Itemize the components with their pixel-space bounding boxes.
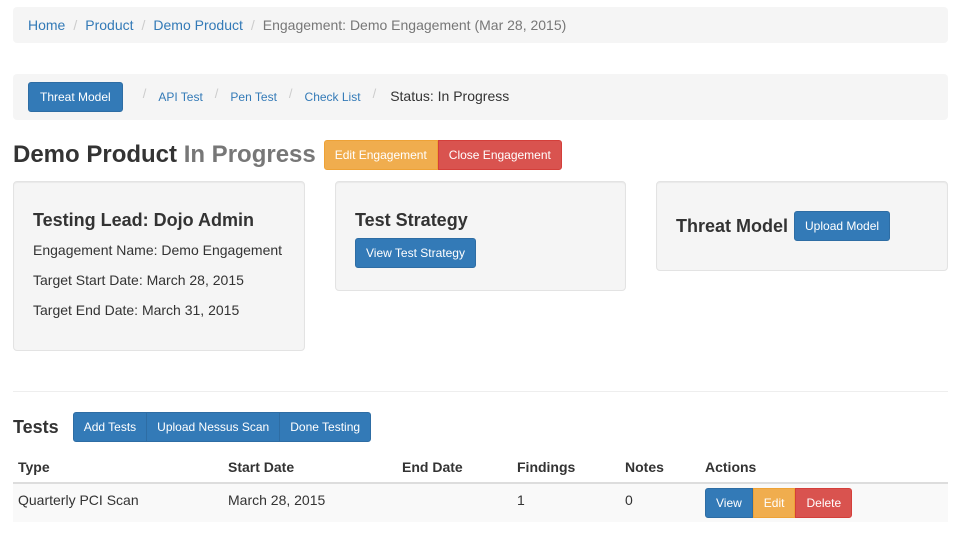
test-start-date: March 28, 2015	[223, 483, 397, 522]
target-end-date: Target End Date: March 31, 2015	[33, 302, 240, 318]
test-end-date	[397, 483, 512, 522]
breadcrumb-separator: /	[73, 17, 78, 33]
subnav-separator: /	[372, 85, 377, 101]
product-name: Demo Product	[13, 141, 178, 168]
edit-test-button[interactable]: Edit	[752, 488, 796, 518]
threat-model-button[interactable]: Threat Model	[28, 82, 123, 112]
delete-test-button[interactable]: Delete	[795, 488, 853, 518]
testing-lead-title: Testing Lead: Dojo Admin	[33, 210, 254, 230]
tests-header: Tests Add Tests Upload Nessus Scan Done …	[13, 412, 372, 442]
target-start-date: Target Start Date: March 28, 2015	[33, 272, 244, 288]
engagement-subnav: Threat Model / API Test / Pen Test / Che…	[13, 74, 948, 120]
test-actions: View Edit Delete	[705, 488, 943, 518]
breadcrumb-product[interactable]: Product	[85, 17, 133, 33]
engagement-status: Status: In Progress	[390, 88, 510, 104]
check-list-link[interactable]: Check List	[305, 90, 361, 104]
breadcrumb-demo-product[interactable]: Demo Product	[153, 17, 242, 33]
add-tests-button[interactable]: Add Tests	[72, 412, 148, 442]
breadcrumb-home[interactable]: Home	[28, 17, 65, 33]
done-testing-button[interactable]: Done Testing	[279, 412, 372, 442]
upload-model-button[interactable]: Upload Model	[794, 211, 891, 241]
subnav-separator: /	[214, 85, 219, 101]
test-findings: 1	[512, 483, 620, 522]
testing-lead-panel: Testing Lead: Dojo Admin Engagement Name…	[13, 181, 305, 351]
breadcrumb-separator: /	[250, 17, 255, 33]
column-actions: Actions	[700, 452, 948, 484]
table-row: Quarterly PCI Scan March 28, 2015 1 0 Vi…	[13, 483, 948, 522]
test-actions-cell: View Edit Delete	[700, 483, 948, 522]
tests-actions: Add Tests Upload Nessus Scan Done Testin…	[72, 412, 372, 442]
engagement-name: Engagement Name: Demo Engagement	[33, 242, 283, 258]
api-test-link[interactable]: API Test	[158, 90, 202, 104]
breadcrumb: Home / Product / Demo Product / Engageme…	[13, 7, 948, 43]
section-divider	[13, 391, 948, 392]
threat-model-panel: Threat Model Upload Model	[656, 181, 948, 271]
view-test-strategy-button[interactable]: View Test Strategy	[355, 238, 476, 268]
test-type: Quarterly PCI Scan	[13, 483, 223, 522]
page-title-bar: Demo Product In Progress Edit Engagement…	[13, 140, 562, 170]
subnav-separator: /	[288, 85, 293, 101]
page-title: Demo Product In Progress	[13, 141, 316, 169]
subnav-separator: /	[142, 85, 147, 101]
upload-nessus-scan-button[interactable]: Upload Nessus Scan	[146, 412, 281, 442]
test-notes: 0	[620, 483, 700, 522]
edit-engagement-button[interactable]: Edit Engagement	[323, 140, 438, 170]
column-notes: Notes	[620, 452, 700, 484]
pen-test-link[interactable]: Pen Test	[230, 90, 276, 104]
close-engagement-button[interactable]: Close Engagement	[437, 140, 562, 170]
column-start-date: Start Date	[223, 452, 397, 484]
breadcrumb-current: Engagement: Demo Engagement (Mar 28, 201…	[262, 17, 567, 33]
status-label: In Progress	[183, 141, 316, 168]
engagement-actions: Edit Engagement Close Engagement	[323, 140, 562, 170]
tests-title: Tests	[13, 416, 59, 437]
column-type: Type	[13, 452, 223, 484]
threat-model-title: Threat Model	[676, 215, 789, 236]
column-findings: Findings	[512, 452, 620, 484]
view-test-button[interactable]: View	[705, 488, 753, 518]
tests-table: Type Start Date End Date Findings Notes …	[13, 452, 948, 522]
table-header-row: Type Start Date End Date Findings Notes …	[13, 452, 948, 484]
test-strategy-title: Test Strategy	[355, 210, 468, 230]
test-strategy-panel: Test Strategy View Test Strategy	[335, 181, 626, 291]
breadcrumb-separator: /	[141, 17, 146, 33]
column-end-date: End Date	[397, 452, 512, 484]
